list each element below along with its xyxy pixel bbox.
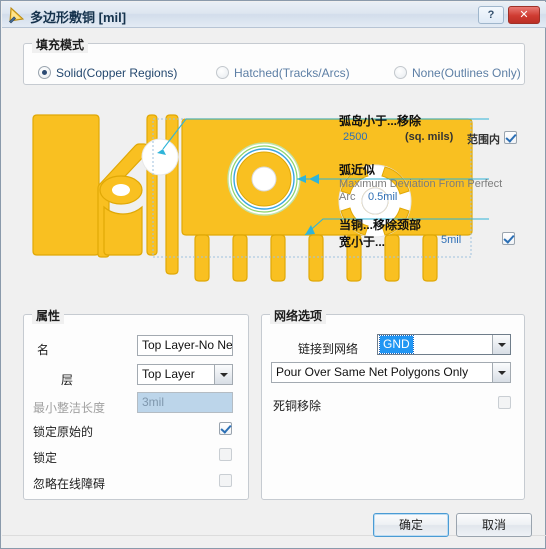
- layer-label: 层: [61, 373, 74, 387]
- connect-to-net-label: 链接到网络: [298, 342, 359, 356]
- neck-removal-value[interactable]: 5mil: [441, 234, 461, 246]
- window-title: 多边形敷铜 [mil]: [30, 10, 127, 25]
- radio-label-solid: Solid(Copper Regions): [56, 66, 178, 80]
- connect-to-net-value: GND: [379, 335, 414, 354]
- locked-checkbox[interactable]: [219, 448, 232, 461]
- connect-to-net-combo[interactable]: GND: [377, 334, 511, 355]
- arc-approx-value[interactable]: 0.5mil: [368, 191, 397, 203]
- min-primitive-length-input: 3mil: [137, 392, 233, 413]
- radio-solid-copper-regions[interactable]: Solid(Copper Regions): [38, 66, 177, 80]
- remove-dead-copper-checkbox[interactable]: [498, 396, 511, 409]
- island-removal-unit: (sq. mils): [405, 131, 454, 143]
- arc-approx-title: 弧近似: [339, 163, 376, 177]
- help-button[interactable]: ?: [478, 6, 504, 24]
- chevron-down-icon-pour[interactable]: [492, 363, 510, 382]
- fill-mode-group: 填充模式 Solid(Copper Regions) Hatched(Track…: [23, 36, 525, 85]
- radio-icon-solid[interactable]: [38, 66, 51, 79]
- pour-over-value: Pour Over Same Net Polygons Only: [276, 365, 469, 379]
- name-input[interactable]: Top Layer-No Net: [137, 335, 233, 356]
- radio-icon-none[interactable]: [394, 66, 407, 79]
- fill-mode-title: 填充模式: [32, 36, 89, 53]
- ok-button[interactable]: 确定: [373, 513, 449, 537]
- layer-combo-value: Top Layer: [142, 367, 195, 381]
- radio-icon-hatched[interactable]: [216, 66, 229, 79]
- locked-label: 锁定: [33, 451, 58, 465]
- radio-label-hatched: Hatched(Tracks/Arcs): [234, 66, 350, 80]
- ignore-violations-label: 忽略在线障碍: [33, 477, 106, 491]
- pour-over-combo[interactable]: Pour Over Same Net Polygons Only: [271, 362, 511, 383]
- pcb-preview-illustration: .cu { fill:#f9c021; stroke:#e0a806; stro…: [23, 97, 525, 297]
- net-options-title: 网络选项: [270, 307, 327, 324]
- radio-none-outlines-only[interactable]: None(Outlines Only): [394, 66, 521, 80]
- close-button[interactable]: ✕: [508, 6, 540, 24]
- polygon-pour-dialog: 多边形敷铜 [mil] ? ✕ 填充模式 Solid(Copper Region…: [0, 0, 546, 549]
- radio-label-none: None(Outlines Only): [412, 66, 521, 80]
- neck-removal-checkbox[interactable]: [502, 232, 515, 245]
- name-label: 名: [37, 343, 50, 357]
- chevron-down-icon-net[interactable]: [492, 335, 510, 354]
- neck-removal-title-line1: 当铜...移除颈部: [339, 218, 422, 232]
- arc-approx-sub-line1: Maximum Deviation From Perfect: [339, 178, 503, 190]
- island-removal-value[interactable]: 2500: [343, 131, 367, 143]
- cancel-button[interactable]: 取消: [456, 513, 532, 537]
- min-primitive-length-label: 最小整洁长度: [33, 401, 106, 415]
- polygon-pour-icon: [8, 6, 26, 24]
- title-bar: 多边形敷铜 [mil] ? ✕: [2, 2, 546, 28]
- lock-primitives-checkbox[interactable]: [219, 422, 232, 435]
- properties-title: 属性: [32, 307, 65, 324]
- remove-dead-copper-label: 死铜移除: [273, 399, 322, 413]
- radio-hatched-tracks-arcs[interactable]: Hatched(Tracks/Arcs): [216, 66, 350, 80]
- island-removal-scope-checkbox[interactable]: [504, 131, 517, 144]
- neck-removal-title-line2: 宽小于...: [339, 235, 386, 249]
- lock-primitives-label: 锁定原始的: [33, 425, 94, 439]
- chevron-down-icon-layer[interactable]: [214, 365, 232, 384]
- island-removal-scope-label: 范围内: [467, 134, 500, 146]
- layer-combo[interactable]: Top Layer: [137, 364, 233, 385]
- ignore-violations-checkbox[interactable]: [219, 474, 232, 487]
- island-removal-title: 弧岛小于...移除: [339, 114, 422, 128]
- arc-approx-sub-line2: Arc: [339, 191, 356, 203]
